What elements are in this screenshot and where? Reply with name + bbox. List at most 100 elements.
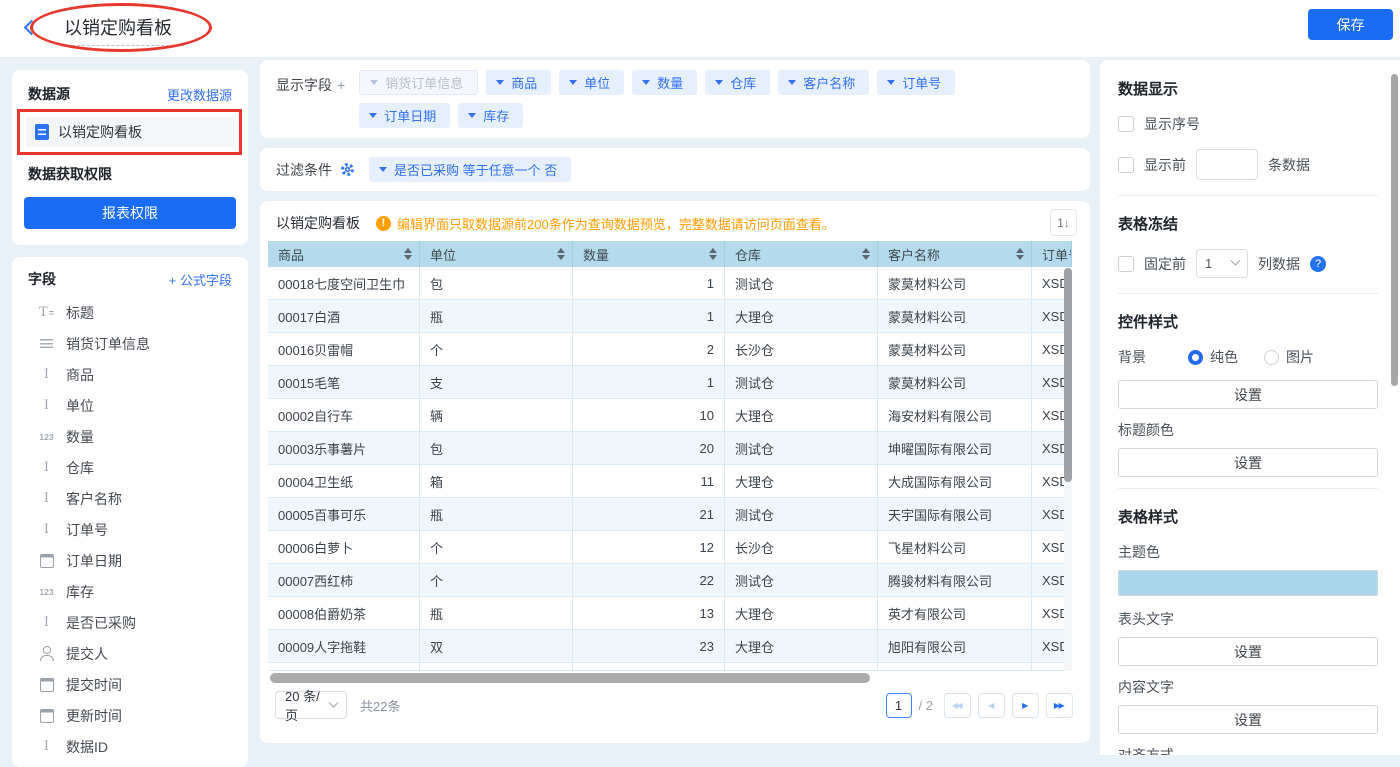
field-item[interactable]: 库存 bbox=[22, 576, 238, 607]
freeze-heading: 表格冻结 bbox=[1118, 213, 1378, 234]
content-text-set-button[interactable]: 设置 bbox=[1118, 705, 1378, 734]
last-page[interactable]: ▶▶ bbox=[1046, 693, 1073, 718]
table-header-cell[interactable]: 数量 bbox=[573, 241, 725, 267]
field-item[interactable]: 提交时间 bbox=[22, 669, 238, 700]
data-table: 商品 单位 数量 bbox=[268, 241, 1072, 683]
show-first-checkbox[interactable] bbox=[1118, 157, 1134, 173]
field-chip[interactable]: 仓库 bbox=[705, 70, 770, 95]
display-fields-card: 显示字段+ 销货订单信息 商品 单位 bbox=[260, 60, 1090, 138]
table-header-cell[interactable]: 客户名称 bbox=[878, 241, 1032, 267]
datasource-name: 以销定购看板 bbox=[58, 122, 142, 142]
field-item[interactable]: 数量 bbox=[22, 421, 238, 452]
fields-list: 标题 销货订单信息 商品 单位 bbox=[22, 297, 238, 762]
date-icon bbox=[37, 554, 56, 568]
field-item[interactable]: 客户名称 bbox=[22, 483, 238, 514]
header-text-set-button[interactable]: 设置 bbox=[1118, 637, 1378, 666]
field-item[interactable]: 订单日期 bbox=[22, 545, 238, 576]
chevron-down-icon bbox=[370, 80, 378, 85]
freeze-checkbox[interactable] bbox=[1118, 256, 1134, 272]
field-item[interactable]: 商品 bbox=[22, 359, 238, 390]
first-page[interactable]: ◀◀ bbox=[944, 693, 971, 718]
text-icon bbox=[37, 739, 56, 754]
help-icon[interactable]: ? bbox=[1310, 256, 1326, 272]
sort-arrows-icon[interactable] bbox=[1016, 248, 1024, 260]
field-label: 单位 bbox=[66, 396, 94, 416]
field-item[interactable]: 数据ID bbox=[22, 731, 238, 762]
scrollbar-thumb[interactable] bbox=[270, 673, 870, 683]
field-chip[interactable]: 销货订单信息 bbox=[359, 70, 478, 95]
report-permission-button[interactable]: 报表权限 bbox=[24, 197, 236, 229]
solid-color-label: 纯色 bbox=[1210, 347, 1238, 367]
chevron-down-icon bbox=[569, 80, 577, 85]
text-icon bbox=[37, 522, 56, 537]
image-radio[interactable] bbox=[1264, 350, 1279, 365]
field-item[interactable]: 标题 bbox=[22, 297, 238, 328]
field-chip[interactable]: 订单号 bbox=[877, 70, 955, 95]
field-chip[interactable]: 订单日期 bbox=[359, 103, 450, 128]
table-header-cell[interactable]: 商品 bbox=[268, 241, 420, 267]
chevron-down-icon bbox=[1231, 256, 1241, 266]
title-color-set-button[interactable]: 设置 bbox=[1118, 448, 1378, 477]
field-item[interactable]: 单位 bbox=[22, 390, 238, 421]
current-page-input[interactable]: 1 bbox=[886, 693, 912, 718]
field-item[interactable]: 仓库 bbox=[22, 452, 238, 483]
date-icon bbox=[37, 709, 56, 723]
field-item[interactable]: 是否已采购 bbox=[22, 607, 238, 638]
sort-arrows-icon[interactable] bbox=[709, 248, 717, 260]
chevron-down-icon bbox=[887, 80, 895, 85]
sort-tool-button[interactable]: 1↓ bbox=[1050, 209, 1077, 236]
change-datasource-link[interactable]: 更改数据源 bbox=[167, 85, 232, 104]
field-chip[interactable]: 数量 bbox=[632, 70, 697, 95]
solid-color-radio[interactable] bbox=[1188, 350, 1203, 365]
display-fields-chips: 销货订单信息 商品 单位 数量 bbox=[359, 70, 1019, 128]
table-header-cell[interactable]: 订单号 bbox=[1032, 241, 1072, 267]
sort-arrows-icon[interactable] bbox=[557, 248, 565, 260]
table-body: 00018七度空间卫生巾 包 1 测试仓 蒙莫材料公司 XSDD20 00017… bbox=[268, 267, 1072, 671]
field-chip[interactable]: 单位 bbox=[559, 70, 624, 95]
title-color-label: 标题颜色 bbox=[1118, 420, 1378, 440]
field-chip[interactable]: 客户名称 bbox=[778, 70, 869, 95]
theme-color-swatch[interactable] bbox=[1118, 570, 1378, 596]
sort-arrows-icon[interactable] bbox=[404, 248, 412, 260]
gear-icon[interactable] bbox=[340, 162, 355, 177]
background-set-button[interactable]: 设置 bbox=[1118, 380, 1378, 409]
show-first-label: 显示前 bbox=[1144, 155, 1186, 175]
next-page[interactable]: ▶ bbox=[1012, 693, 1039, 718]
field-item[interactable]: 订单号 bbox=[22, 514, 238, 545]
title-icon bbox=[37, 305, 56, 320]
form-icon bbox=[37, 339, 56, 348]
prev-page[interactable]: ◀ bbox=[978, 693, 1005, 718]
scrollbar-thumb[interactable] bbox=[1391, 74, 1398, 386]
back-icon[interactable] bbox=[24, 20, 40, 36]
filter-condition-chip[interactable]: 是否已采购 等于任意一个 否 bbox=[369, 157, 571, 182]
table-horizontal-scrollbar[interactable] bbox=[268, 673, 1072, 683]
panel-scrollbar[interactable] bbox=[1391, 74, 1398, 740]
number-icon bbox=[37, 587, 56, 597]
pagination-bar: 20 条/页 共22条 1 / 2 ◀◀ ◀ ▶ ▶▶ bbox=[268, 691, 1080, 719]
scrollbar-thumb[interactable] bbox=[1064, 268, 1072, 482]
table-header-cell[interactable]: 仓库 bbox=[725, 241, 878, 267]
show-index-label: 显示序号 bbox=[1144, 114, 1200, 134]
field-item[interactable]: 更新时间 bbox=[22, 700, 238, 731]
datasource-item[interactable]: 以销定购看板 bbox=[26, 117, 234, 147]
field-item[interactable]: 提交人 bbox=[22, 638, 238, 669]
table-row: 00017白酒 瓶 1 大理仓 蒙莫材料公司 XSDD20 bbox=[268, 300, 1072, 333]
add-formula-field-link[interactable]: + 公式字段 bbox=[169, 270, 232, 289]
add-display-field-icon[interactable]: + bbox=[337, 77, 345, 93]
freeze-count-select[interactable]: 1 bbox=[1196, 249, 1248, 278]
field-chip[interactable]: 库存 bbox=[458, 103, 523, 128]
fields-heading: 字段 bbox=[28, 269, 56, 289]
field-item[interactable]: 销货订单信息 bbox=[22, 328, 238, 359]
table-header-cell[interactable]: 单位 bbox=[420, 241, 573, 267]
page-size-select[interactable]: 20 条/页 bbox=[275, 691, 347, 719]
main-area: 显示字段+ 销货订单信息 商品 单位 bbox=[260, 60, 1090, 743]
field-chip[interactable]: 商品 bbox=[486, 70, 551, 95]
table-vertical-scrollbar[interactable] bbox=[1064, 267, 1072, 671]
sort-arrows-icon[interactable] bbox=[862, 248, 870, 260]
field-label: 数据ID bbox=[66, 737, 108, 757]
save-button[interactable]: 保存 bbox=[1308, 9, 1393, 40]
show-first-count-input[interactable] bbox=[1196, 149, 1258, 180]
show-index-checkbox[interactable] bbox=[1118, 116, 1134, 132]
background-label: 背景 bbox=[1118, 347, 1146, 367]
page-title[interactable]: 以销定购看板 bbox=[62, 14, 184, 46]
